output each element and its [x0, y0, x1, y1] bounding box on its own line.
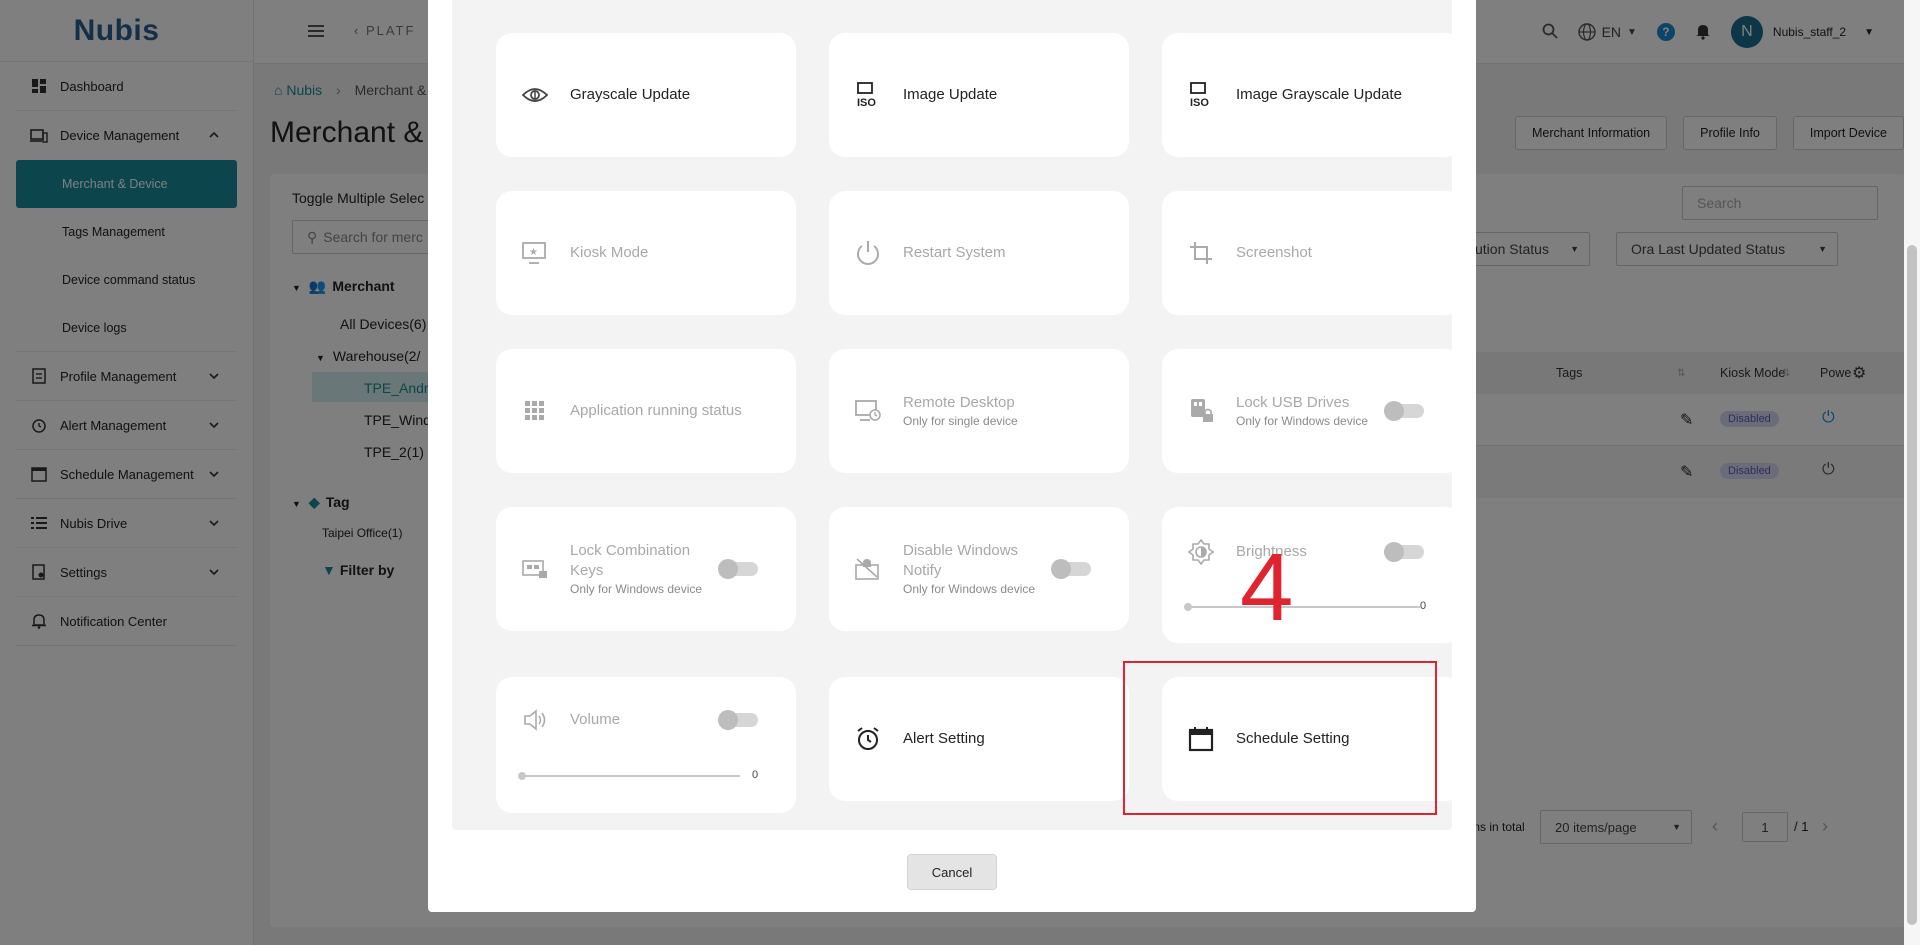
page-scrollbar[interactable] — [1904, 0, 1920, 945]
grayscale-icon — [520, 80, 550, 110]
iso-icon: ISO — [1186, 80, 1216, 110]
tile-label: Lock Combination Keys — [570, 542, 691, 579]
tile-label: Grayscale Update — [570, 86, 691, 103]
tile-text: Remote Desktop Only for single device — [903, 393, 1018, 429]
scrollbar-thumb[interactable] — [1907, 245, 1917, 925]
tile-disable-windows-notify[interactable]: Disable Windows Notify Only for Windows … — [829, 507, 1129, 631]
tile-label: Screenshot — [1236, 244, 1312, 261]
tile-brightness[interactable]: Brightness 0 — [1162, 507, 1462, 643]
volume-value: 0 — [752, 769, 759, 781]
kiosk-icon: ★ — [520, 238, 550, 268]
svg-text:ISO: ISO — [857, 97, 876, 108]
tile-label: Kiosk Mode — [570, 244, 649, 261]
tile-sublabel: Only for single device — [903, 414, 1018, 428]
lock-combination-keys-toggle[interactable] — [718, 559, 758, 579]
tile-application-running-status[interactable]: Application running status — [496, 349, 796, 473]
usb-lock-icon — [1186, 396, 1216, 426]
iso-icon: ISO — [853, 80, 883, 110]
tile-label: Disable Windows Notify — [903, 542, 1019, 579]
tile-sublabel: Only for Windows device — [903, 582, 1036, 596]
tile-volume[interactable]: Volume 0 — [496, 677, 796, 813]
volume-toggle[interactable] — [718, 710, 758, 730]
tile-lock-combination-keys[interactable]: Lock Combination Keys Only for Windows d… — [496, 507, 796, 631]
brightness-toggle[interactable] — [1384, 542, 1424, 562]
tile-restart-system[interactable]: Restart System — [829, 191, 1129, 315]
tile-label: Alert Setting — [903, 730, 985, 747]
tile-image-grayscale-update[interactable]: ISO Image Grayscale Update — [1162, 33, 1462, 157]
tile-label: Remote Desktop — [903, 394, 1015, 411]
tile-sublabel: Only for Windows device — [570, 582, 703, 596]
grid-icon — [520, 396, 550, 426]
tile-image-update[interactable]: ISO Image Update — [829, 33, 1129, 157]
tile-label: Image Grayscale Update — [1236, 86, 1402, 103]
tile-label: Application running status — [570, 402, 742, 419]
tile-sublabel: Only for Windows device — [1236, 414, 1369, 428]
step-highlight-box — [1123, 661, 1437, 815]
svg-text:ISO: ISO — [1190, 97, 1209, 108]
tile-label: Restart System — [903, 244, 1006, 261]
step-number: 4 — [1240, 534, 1294, 641]
tile-text: Lock Combination Keys Only for Windows d… — [570, 541, 710, 597]
remote-desktop-icon — [853, 396, 883, 426]
disable-windows-notify-toggle[interactable] — [1051, 559, 1091, 579]
brightness-slider-track[interactable] — [1188, 606, 1420, 608]
tile-kiosk-mode[interactable]: ★ Kiosk Mode — [496, 191, 796, 315]
volume-slider-track[interactable] — [522, 775, 740, 777]
notify-off-icon — [853, 554, 883, 584]
power-icon — [853, 238, 883, 268]
lock-usb-toggle[interactable] — [1384, 401, 1424, 421]
tile-label: Image Update — [903, 86, 998, 103]
tile-label: Volume — [570, 711, 621, 728]
volume-icon — [520, 705, 550, 735]
brightness-icon — [1186, 537, 1216, 567]
tile-text: Disable Windows Notify Only for Windows … — [903, 541, 1043, 597]
alarm-clock-icon — [853, 724, 883, 754]
tile-remote-desktop[interactable]: Remote Desktop Only for single device — [829, 349, 1129, 473]
tile-alert-setting[interactable]: Alert Setting — [829, 677, 1129, 801]
tile-screenshot[interactable]: Screenshot — [1162, 191, 1462, 315]
brightness-value: 0 — [1420, 600, 1427, 612]
tile-grayscale-update[interactable]: Grayscale Update — [496, 33, 796, 157]
svg-text:★: ★ — [529, 247, 538, 258]
crop-icon — [1186, 238, 1216, 268]
tile-text: Lock USB Drives Only for Windows device — [1236, 393, 1368, 429]
keyboard-lock-icon — [520, 554, 550, 584]
tile-lock-usb-drives[interactable]: Lock USB Drives Only for Windows device — [1162, 349, 1462, 473]
tile-label: Lock USB Drives — [1236, 394, 1350, 411]
cancel-button[interactable]: Cancel — [907, 854, 997, 890]
